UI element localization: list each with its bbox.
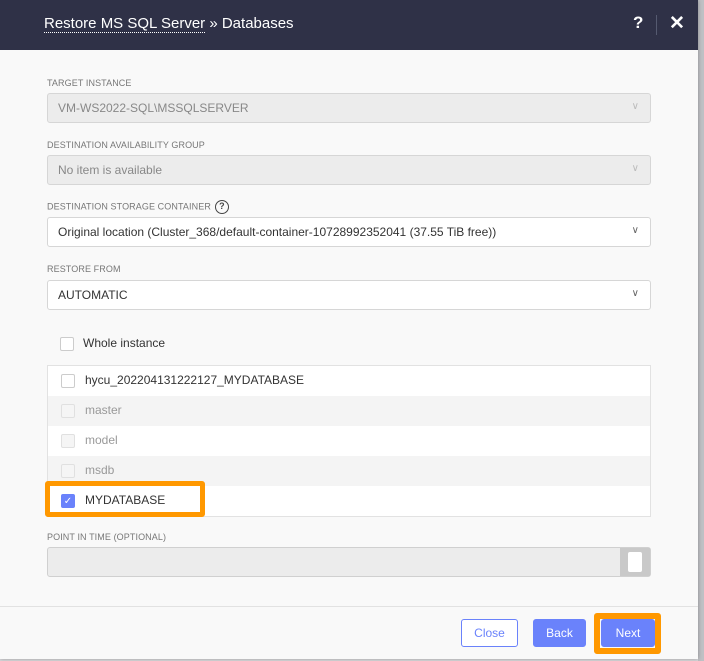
chevron-down-icon: ∨ bbox=[631, 288, 639, 299]
check-icon[interactable]: ✓ bbox=[61, 494, 75, 508]
database-row[interactable]: ✓ MYDATABASE bbox=[48, 486, 650, 516]
database-checkbox[interactable] bbox=[61, 374, 75, 388]
chevron-down-icon: ∨ bbox=[631, 163, 639, 174]
database-name: hycu_202204131222127_MYDATABASE bbox=[85, 373, 305, 387]
storage-container-label-text: DESTINATION STORAGE CONTAINER bbox=[47, 201, 211, 212]
chevron-down-icon: ∨ bbox=[631, 101, 639, 112]
whole-instance-checkbox[interactable] bbox=[60, 337, 74, 351]
database-name: model bbox=[85, 433, 118, 447]
database-checkbox bbox=[61, 404, 75, 418]
database-name: msdb bbox=[85, 463, 115, 477]
back-button[interactable]: Back bbox=[533, 619, 586, 647]
availability-group-value: No item is available bbox=[58, 163, 163, 177]
whole-instance-label: Whole instance bbox=[83, 336, 166, 350]
database-row: model bbox=[48, 426, 650, 456]
restore-from-value: AUTOMATIC bbox=[58, 288, 128, 302]
backdrop bbox=[698, 0, 704, 661]
database-checkbox bbox=[61, 434, 75, 448]
storage-container-value: Original location (Cluster_368/default-c… bbox=[58, 225, 497, 239]
dialog-header: Restore MS SQL Server » Databases ? ✕ bbox=[0, 0, 698, 50]
storage-container-label: DESTINATION STORAGE CONTAINER? bbox=[47, 200, 229, 214]
restore-from-label: RESTORE FROM bbox=[47, 264, 121, 274]
database-checkbox bbox=[61, 464, 75, 478]
header-divider bbox=[656, 15, 657, 35]
restore-from-select[interactable]: AUTOMATIC ∨ bbox=[47, 280, 651, 310]
restore-dialog: Restore MS SQL Server » Databases ? ✕ TA… bbox=[0, 0, 698, 659]
target-instance-label: TARGET INSTANCE bbox=[47, 78, 132, 88]
database-list: hycu_202204131222127_MYDATABASE master m… bbox=[47, 365, 651, 517]
help-icon[interactable]: ? bbox=[633, 13, 643, 33]
help-circle-icon[interactable]: ? bbox=[214, 200, 229, 214]
chevron-down-icon: ∨ bbox=[631, 225, 639, 236]
target-instance-select[interactable]: VM-WS2022-SQL\MSSQLSERVER ∨ bbox=[47, 93, 651, 123]
point-in-time-label: POINT IN TIME (OPTIONAL) bbox=[47, 532, 167, 542]
breadcrumb-current: » Databases bbox=[205, 15, 294, 32]
calendar-icon[interactable] bbox=[620, 548, 650, 576]
availability-group-label: DESTINATION AVAILABILITY GROUP bbox=[47, 140, 205, 150]
footer-divider bbox=[0, 606, 698, 607]
next-button[interactable]: Next bbox=[601, 619, 655, 647]
database-row: master bbox=[48, 396, 650, 426]
storage-container-select[interactable]: Original location (Cluster_368/default-c… bbox=[47, 217, 651, 247]
database-row[interactable]: hycu_202204131222127_MYDATABASE bbox=[48, 366, 650, 396]
dialog-title: Restore MS SQL Server » Databases bbox=[44, 15, 294, 33]
database-name: MYDATABASE bbox=[85, 493, 166, 507]
availability-group-select[interactable]: No item is available ∨ bbox=[47, 155, 651, 185]
database-row: msdb bbox=[48, 456, 650, 486]
target-instance-value: VM-WS2022-SQL\MSSQLSERVER bbox=[58, 101, 249, 115]
close-button[interactable]: Close bbox=[461, 619, 518, 647]
close-icon[interactable]: ✕ bbox=[669, 12, 685, 35]
breadcrumb-restore-link[interactable]: Restore MS SQL Server bbox=[44, 15, 206, 33]
point-in-time-input[interactable] bbox=[47, 547, 651, 577]
database-name: master bbox=[85, 403, 122, 417]
